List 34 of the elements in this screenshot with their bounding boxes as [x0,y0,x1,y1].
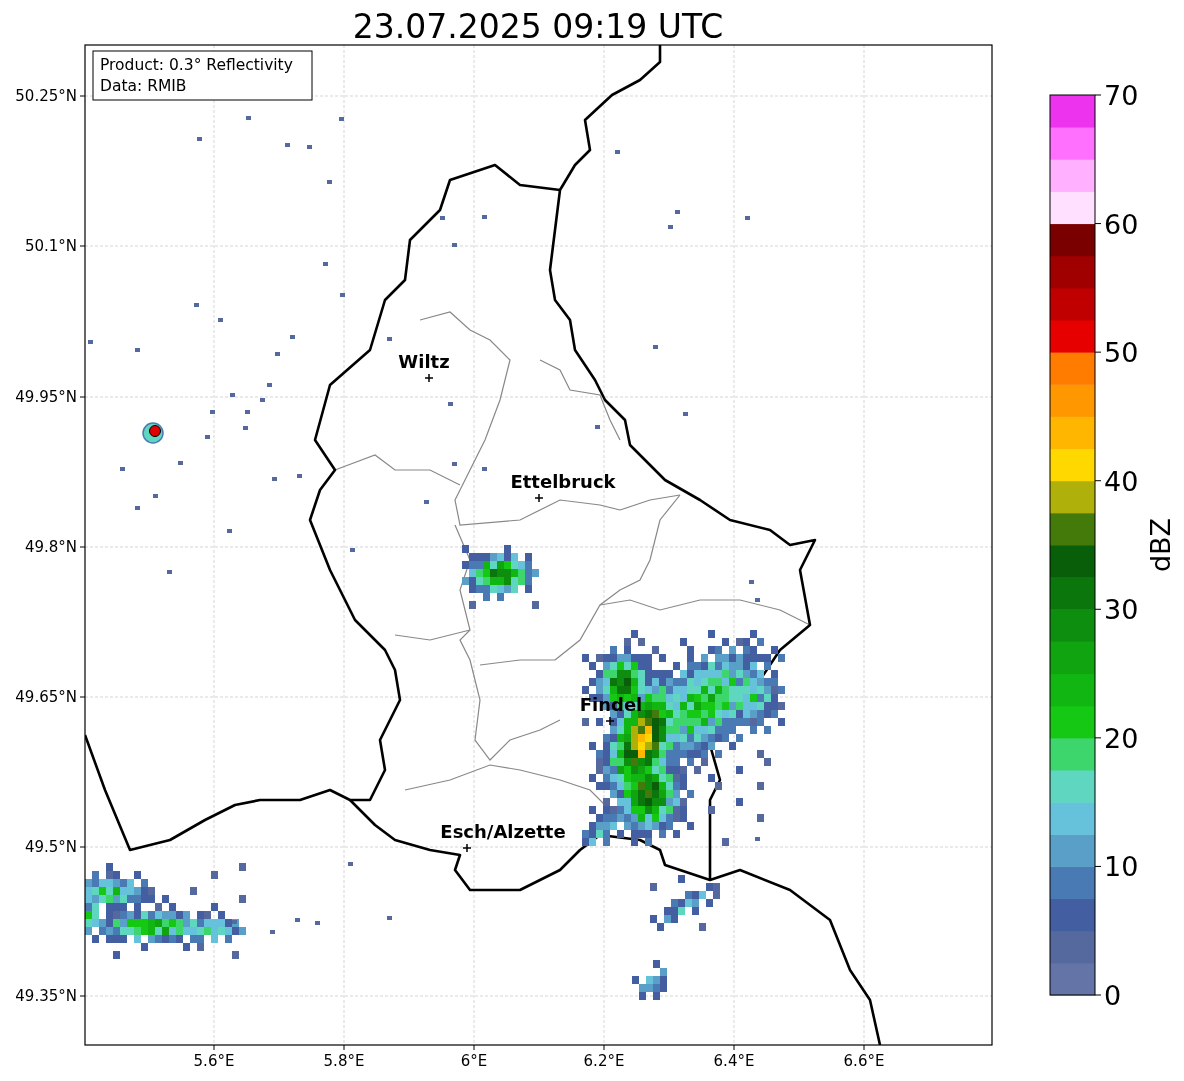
city-marker-icon [605,716,615,726]
colorbar-tick-label: 60 [1104,208,1139,240]
latitude-label: 49.35°N [15,987,77,1005]
longitude-label: 6.4°E [713,1052,755,1070]
city-marker-icon [462,843,472,853]
city-marker-icon [424,373,434,383]
radar-site-icon [142,422,164,444]
colorbar-tick-label: 50 [1104,337,1139,369]
colorbar-tick-label: 20 [1104,722,1139,754]
chart-title: 23.07.2025 09:19 UTC [352,7,724,46]
longitude-label: 5.6°E [193,1052,235,1070]
latitude-label: 50.25°N [15,87,77,105]
latitude-label: 49.5°N [24,838,77,856]
colorbar-label: dBZ [1145,517,1176,573]
colorbar-tick-label: 30 [1104,594,1139,626]
latitude-label: 49.65°N [15,688,77,706]
longitude-label: 6.6°E [843,1052,885,1070]
city-label: Findel [579,694,643,715]
latitude-label: 49.8°N [24,538,77,556]
colorbar-tick-label: 0 [1104,980,1122,1011]
longitude-label: 6.2°E [583,1052,625,1070]
city-marker-icon [534,493,544,503]
city-label: Esch/Alzette [440,821,566,842]
latitude-label: 50.1°N [24,237,77,255]
longitude-label: 5.8°E [323,1052,365,1070]
colorbar-tick-label: 70 [1104,80,1139,111]
colorbar-tick-label: 10 [1104,851,1139,883]
city-label: Ettelbruck [510,471,616,492]
city-label: Wiltz [398,351,450,372]
colorbar-tick-label: 40 [1104,465,1139,497]
longitude-label: 6°E [460,1052,488,1070]
info-text: Data: RMIB [100,77,187,95]
latitude-label: 49.95°N [15,388,77,406]
info-text: Product: 0.3° Reflectivity [100,56,293,74]
